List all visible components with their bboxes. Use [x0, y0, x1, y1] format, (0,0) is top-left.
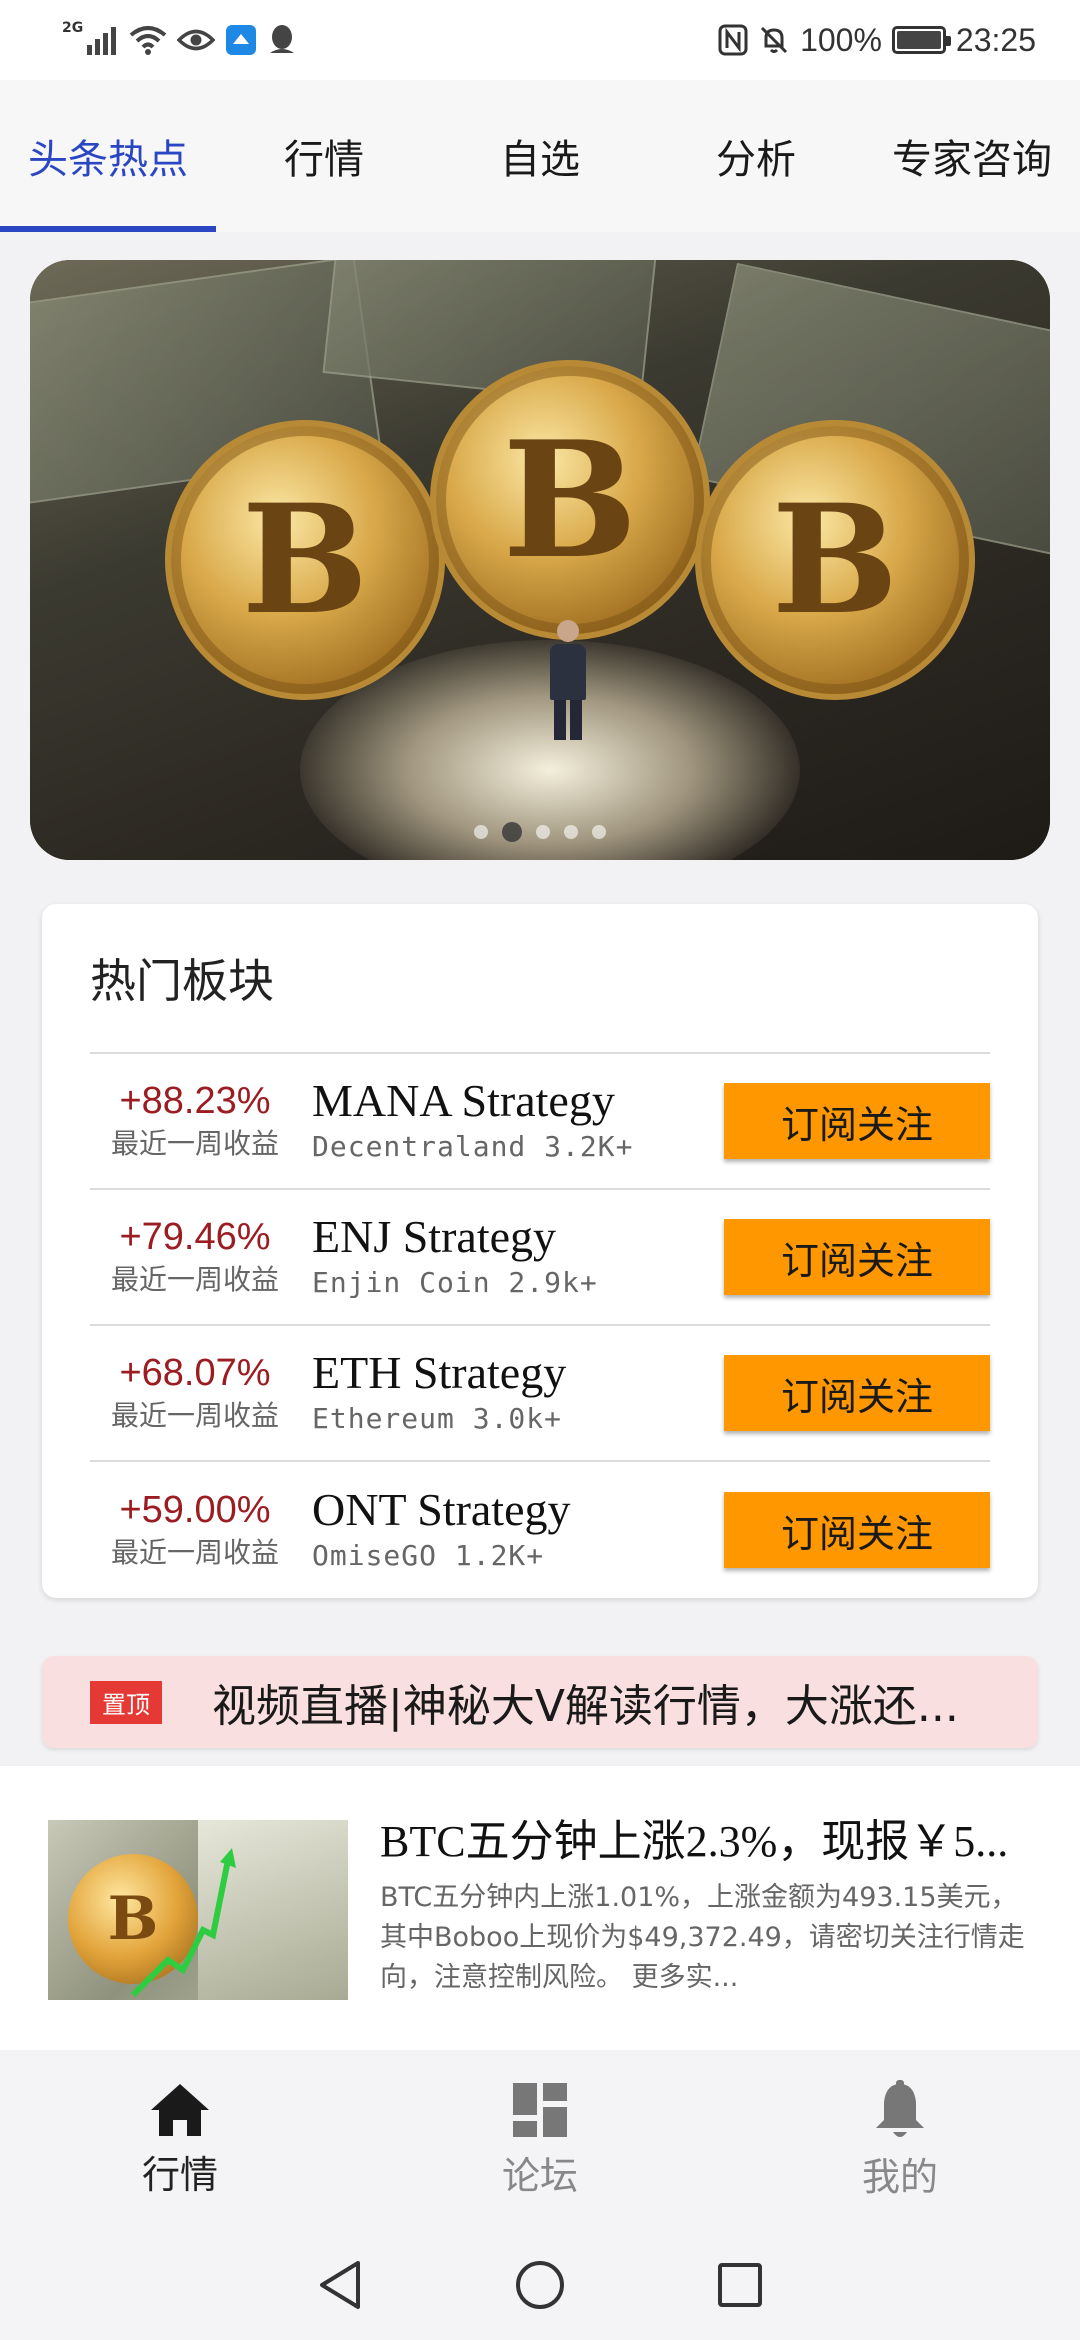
- nav-market[interactable]: 行情: [0, 2050, 360, 2230]
- bottom-nav: 行情 论坛 我的: [0, 2050, 1080, 2230]
- weekly-return-label: 最近一周收益: [110, 1127, 279, 1160]
- pinned-tag: 置顶: [90, 1680, 162, 1724]
- bitcoin-coin-right: B: [695, 420, 975, 700]
- status-bar: 2G 100% 23:25: [0, 0, 1080, 80]
- strategy-subtitle: OmiseGO 1.2K+: [312, 1539, 545, 1572]
- weekly-return: +68.07%: [119, 1352, 271, 1394]
- carousel-dot[interactable]: [564, 825, 578, 839]
- carousel-dot[interactable]: [474, 825, 488, 839]
- hot-sectors-title: 热门板块: [90, 904, 990, 1054]
- carousel-dot-active[interactable]: [502, 822, 522, 842]
- subscribe-button[interactable]: 订阅关注: [724, 1492, 990, 1568]
- weekly-return: +88.23%: [119, 1080, 271, 1122]
- strategy-subtitle: Ethereum 3.0k+: [312, 1402, 563, 1435]
- nav-label: 行情: [141, 2152, 218, 2197]
- status-right: 100% 23:25: [718, 22, 1036, 59]
- nfc-icon: [718, 24, 748, 56]
- clock: 23:25: [955, 21, 1036, 58]
- weekly-return: +79.46%: [119, 1216, 271, 1258]
- news-thumbnail: B: [48, 1820, 348, 2000]
- qq-icon: [270, 25, 295, 53]
- weekly-return-label: 最近一周收益: [110, 1536, 279, 1569]
- hot-sectors-card: 热门板块 +88.23% 最近一周收益 MANA Strategy Decent…: [42, 904, 1038, 1598]
- strategy-name: ONT Strategy: [312, 1484, 571, 1535]
- tab-analysis[interactable]: 分析: [648, 80, 864, 232]
- strategy-row[interactable]: +88.23% 最近一周收益 MANA Strategy Decentralan…: [90, 1054, 990, 1190]
- subscribe-button[interactable]: 订阅关注: [724, 1219, 990, 1295]
- strategy-row[interactable]: +79.46% 最近一周收益 ENJ Strategy Enjin Coin 2…: [90, 1190, 990, 1326]
- nav-forum[interactable]: 论坛: [360, 2050, 720, 2230]
- recents-icon[interactable]: [716, 2261, 764, 2309]
- carousel-dot[interactable]: [592, 825, 606, 839]
- home-circle-icon[interactable]: [514, 2259, 566, 2311]
- weekly-return-label: 最近一周收益: [110, 1263, 279, 1296]
- carousel-indicator: [30, 822, 1050, 842]
- strategy-name: MANA Strategy: [312, 1075, 615, 1126]
- battery-percent: 100%: [800, 21, 882, 58]
- wifi-icon: [129, 26, 167, 55]
- subscribe-button[interactable]: 订阅关注: [724, 1083, 990, 1159]
- strategy-subtitle: Enjin Coin 2.9k+: [312, 1266, 598, 1299]
- app-notify-icon: [226, 25, 257, 55]
- strategy-subtitle: Decentraland 3.2K+: [312, 1130, 634, 1163]
- tab-watchlist[interactable]: 自选: [432, 80, 648, 232]
- news-title: BTC五分钟上涨2.3%，现报￥5...: [380, 1817, 1009, 1866]
- nav-label: 论坛: [501, 2153, 578, 2198]
- banner-carousel[interactable]: B B B: [30, 260, 1050, 860]
- weekly-return-label: 最近一周收益: [110, 1399, 279, 1432]
- carousel-dot[interactable]: [536, 825, 550, 839]
- pinned-announcement[interactable]: 置顶 视频直播|神秘大V解读行情，大涨还...: [42, 1656, 1038, 1748]
- strategy-row[interactable]: +68.07% 最近一周收益 ETH Strategy Ethereum 3.0…: [90, 1326, 990, 1462]
- strategy-row[interactable]: +59.00% 最近一周收益 ONT Strategy OmiseGO 1.2K…: [90, 1462, 990, 1598]
- home-icon: [151, 2083, 209, 2136]
- tab-expert-consult[interactable]: 专家咨询: [864, 80, 1080, 232]
- tab-market[interactable]: 行情: [216, 80, 432, 232]
- bitcoin-coin-left: B: [165, 420, 445, 700]
- system-navigation-bar: [0, 2230, 1080, 2340]
- dashboard-icon: [513, 2082, 567, 2137]
- signal-icon: [87, 27, 117, 55]
- eye-icon: [177, 29, 216, 51]
- bell-icon: [876, 2079, 924, 2137]
- bitcoin-coin-center: B: [430, 360, 710, 640]
- businessman-figure: [548, 620, 588, 740]
- mute-icon: [761, 26, 788, 54]
- tab-headlines[interactable]: 头条热点: [0, 80, 216, 232]
- battery-icon: [891, 26, 951, 54]
- strategy-name: ENJ Strategy: [312, 1211, 557, 1262]
- pinned-text: 视频直播|神秘大V解读行情，大涨还...: [212, 1681, 959, 1732]
- top-tab-bar: 头条热点 行情 自选 分析 专家咨询: [0, 80, 1080, 232]
- nav-label: 我的: [861, 2154, 938, 2199]
- nav-profile[interactable]: 我的: [720, 2050, 1080, 2230]
- strategy-name: ETH Strategy: [312, 1347, 567, 1398]
- status-left: 2G: [62, 20, 297, 57]
- subscribe-button[interactable]: 订阅关注: [724, 1355, 990, 1431]
- back-icon[interactable]: [316, 2259, 364, 2311]
- news-item[interactable]: B BTC五分钟上涨2.3%，现报￥5... BTC五分钟内上涨1.01%，上涨…: [0, 1766, 1080, 2050]
- weekly-return: +59.00%: [119, 1489, 271, 1531]
- network-type: 2G: [62, 20, 84, 36]
- news-description: BTC五分钟内上涨1.01%，上涨金额为493.15美元，其中Boboo上现价为…: [380, 1882, 1025, 1993]
